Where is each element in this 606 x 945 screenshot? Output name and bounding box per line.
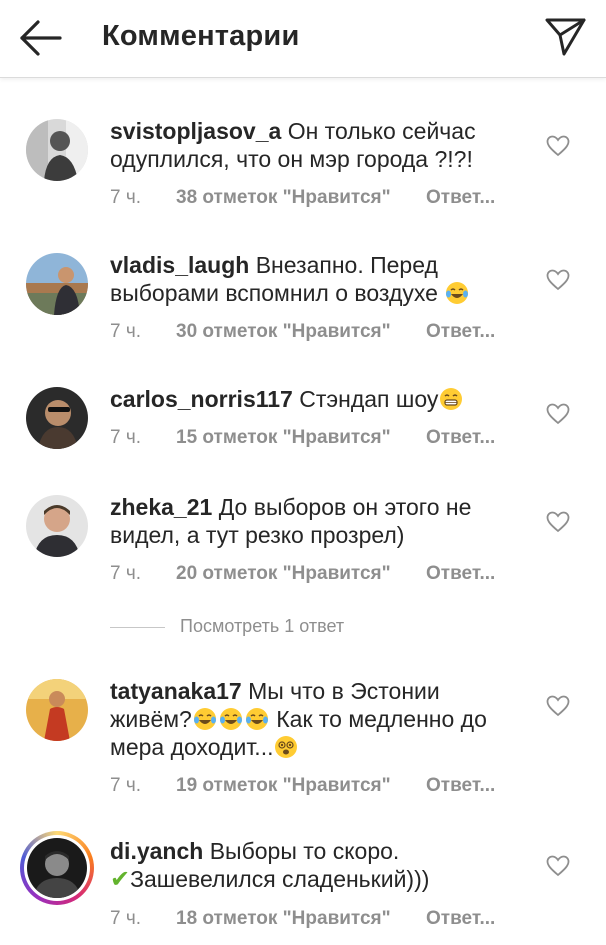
comment-username[interactable]: vladis_laugh <box>110 252 249 278</box>
comment-content-part1: Выборы то скоро. <box>209 838 400 864</box>
comment-meta: 7 ч. 18 отметок "Нравится" Ответ... <box>110 908 520 930</box>
likes-count-link[interactable]: 18 отметок "Нравится" <box>176 908 426 930</box>
like-heart-icon[interactable] <box>546 403 570 425</box>
view-replies-label: Посмотреть 1 ответ <box>180 616 345 636</box>
comment-text: vladis_laugh Внезапно. Перед выборами вс… <box>110 251 520 307</box>
reply-link[interactable]: Ответ... <box>426 908 495 930</box>
top-bar: Комментарии <box>0 0 606 78</box>
reply-link[interactable]: Ответ... <box>426 563 495 585</box>
avatar-with-story-ring[interactable] <box>20 831 94 905</box>
comment-meta: 7 ч. 19 отметок "Нравится" Ответ... <box>110 775 520 797</box>
avatar[interactable] <box>26 679 88 741</box>
comment-meta: 7 ч. 15 отметок "Нравится" Ответ... <box>110 427 520 449</box>
paper-plane-icon <box>545 18 586 56</box>
dizzy-face-emoji-icon <box>275 736 298 758</box>
page-title: Комментарии <box>102 20 300 52</box>
likes-count-link[interactable]: 38 отметок "Нравится" <box>176 187 426 209</box>
comment-username[interactable]: svistopljasov_a <box>110 118 281 144</box>
likes-count-link[interactable]: 15 отметок "Нравится" <box>176 427 426 449</box>
comment-text: svistopljasov_a Он только сейчас одуплил… <box>110 117 520 173</box>
back-button[interactable] <box>16 18 64 58</box>
like-heart-icon[interactable] <box>546 511 570 533</box>
comment-meta: 7 ч. 30 отметок "Нравится" Ответ... <box>110 321 520 343</box>
avatar[interactable] <box>26 495 88 557</box>
check-mark-icon: ✔ <box>110 866 131 893</box>
comment-time: 7 ч. <box>110 187 142 208</box>
like-heart-icon[interactable] <box>546 695 570 717</box>
comments-list[interactable]: svistopljasov_a Он только сейчас одуплил… <box>0 79 606 945</box>
like-heart-icon[interactable] <box>546 135 570 157</box>
direct-share-button[interactable] <box>544 16 588 58</box>
avatar[interactable] <box>26 119 88 181</box>
likes-count-link[interactable]: 20 отметок "Нравится" <box>176 563 426 585</box>
likes-count-link[interactable]: 30 отметок "Нравится" <box>176 321 426 343</box>
arrow-left-icon <box>20 20 62 56</box>
likes-count-link[interactable]: 19 отметок "Нравится" <box>176 775 426 797</box>
avatar <box>27 838 87 898</box>
comment-time: 7 ч. <box>110 321 142 342</box>
comment-meta: 7 ч. 20 отметок "Нравится" Ответ... <box>110 563 520 585</box>
avatar[interactable] <box>26 387 88 449</box>
comment-meta: 7 ч. 38 отметок "Нравится" Ответ... <box>110 187 520 209</box>
replies-divider <box>110 627 165 628</box>
like-heart-icon[interactable] <box>546 269 570 291</box>
tears-of-joy-emoji-icon <box>193 708 216 730</box>
comment-text: carlos_norris117 Стэндап шоу <box>110 385 520 413</box>
like-heart-icon[interactable] <box>546 855 570 877</box>
reply-link[interactable]: Ответ... <box>426 775 495 797</box>
comment-content-part2: Зашевелился сладенький))) <box>130 866 430 892</box>
comment-text: zheka_21 До выборов он этого не видел, а… <box>110 493 520 549</box>
comment-content: Стэндап шоу <box>299 386 439 412</box>
comment-time: 7 ч. <box>110 908 142 929</box>
comment-text: di.yanch Выборы то скоро. ✔Зашевелился с… <box>110 837 520 894</box>
comment-username[interactable]: zheka_21 <box>110 494 212 520</box>
view-replies-button[interactable]: Посмотреть 1 ответ <box>110 616 410 640</box>
reply-link[interactable]: Ответ... <box>426 187 495 209</box>
reply-link[interactable]: Ответ... <box>426 427 495 449</box>
tears-of-joy-emoji-icon <box>446 282 469 304</box>
comment-text: tatyanaka17 Мы что в Эстонии живём? Как … <box>110 677 520 761</box>
tears-of-joy-emoji-icon <box>219 708 242 730</box>
tears-of-joy-emoji-icon <box>245 708 268 730</box>
reply-link[interactable]: Ответ... <box>426 321 495 343</box>
comment-username[interactable]: carlos_norris117 <box>110 386 293 412</box>
grin-emoji-icon <box>440 388 463 410</box>
comment-username[interactable]: tatyanaka17 <box>110 678 242 704</box>
comment-time: 7 ч. <box>110 563 142 584</box>
avatar[interactable] <box>26 253 88 315</box>
comment-time: 7 ч. <box>110 427 142 448</box>
comment-time: 7 ч. <box>110 775 142 796</box>
avatar-ring-inner <box>24 835 90 901</box>
comment-username[interactable]: di.yanch <box>110 838 203 864</box>
